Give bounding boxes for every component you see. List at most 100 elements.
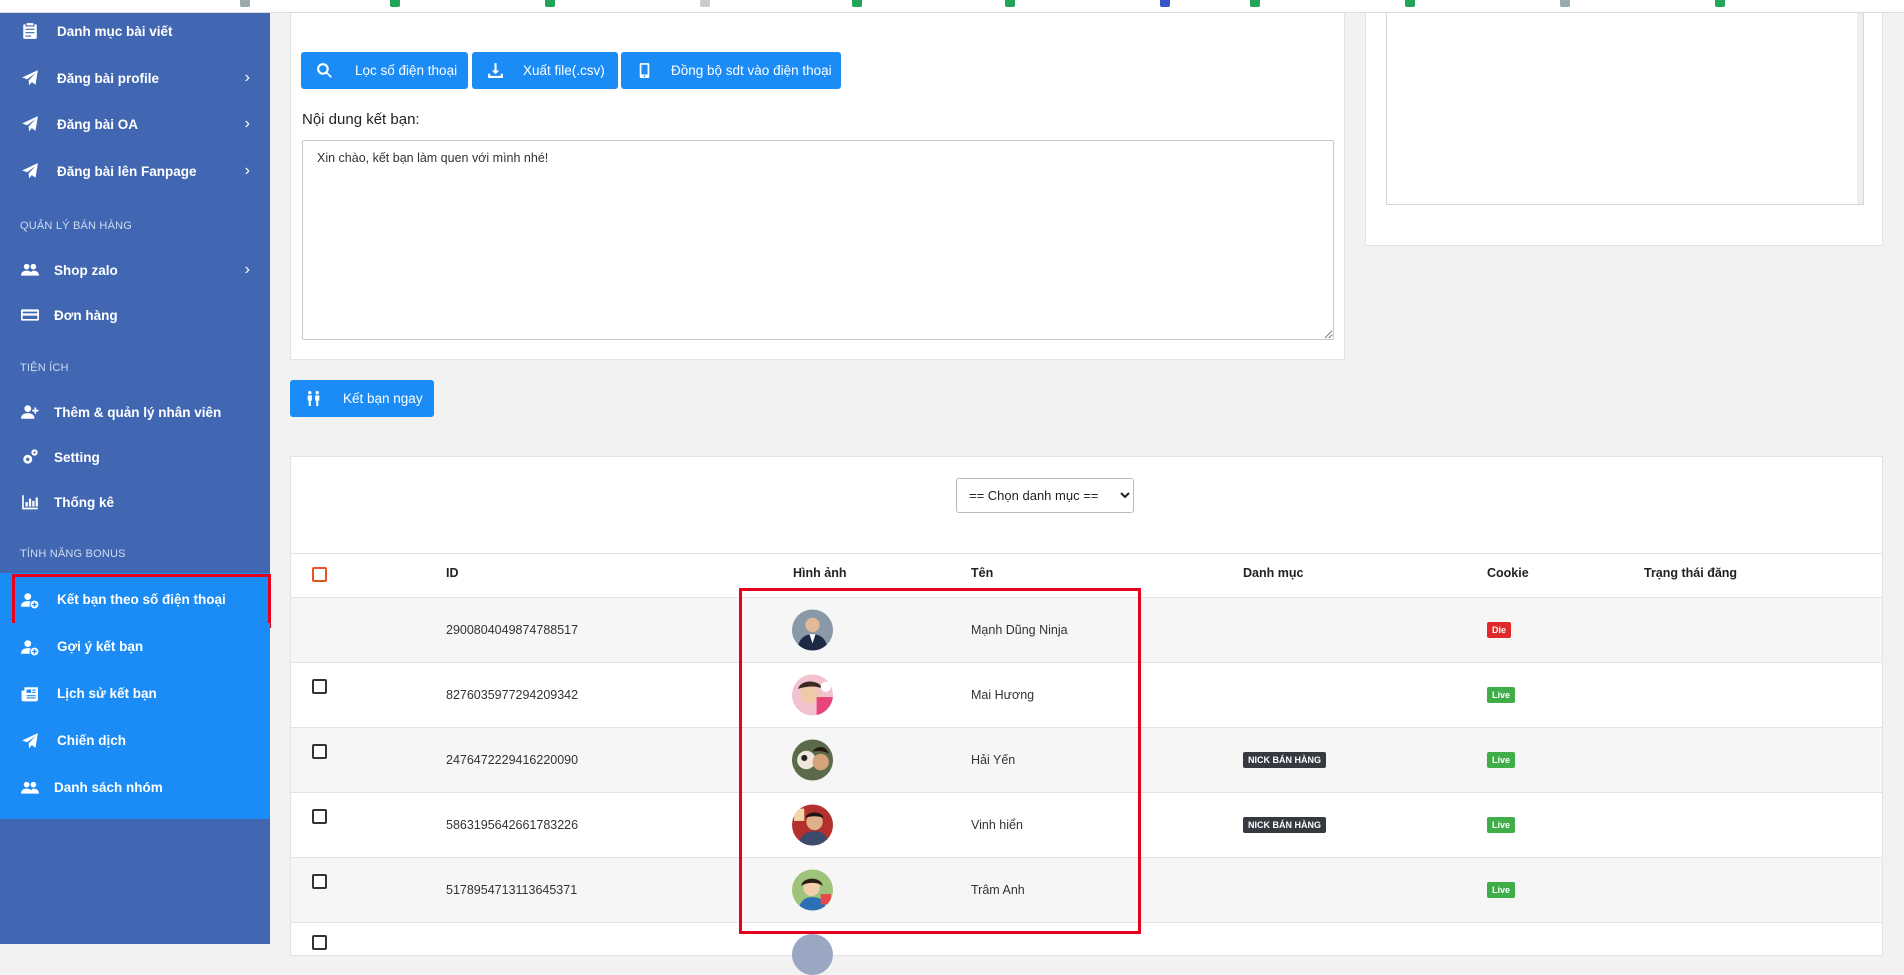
paper-plane-icon xyxy=(20,114,40,134)
avatar xyxy=(792,869,833,911)
friend-message-textarea[interactable]: Xin chào, kết bạn làm quen với mình nhé! xyxy=(302,140,1334,340)
side-panel-textbox[interactable] xyxy=(1386,12,1864,205)
table-row[interactable]: 2900804049874788517 Mạnh Dũng Ninja Die xyxy=(291,597,1882,662)
clipboard-icon xyxy=(20,21,40,41)
add-friend-now-label: Kết bạn ngay xyxy=(343,391,423,406)
sidebar-item-post-categories[interactable]: Danh mục bài viết xyxy=(0,8,270,54)
cookie-status-badge: Live xyxy=(1487,817,1516,833)
sidebar-item-label: Gợi ý kết bạn xyxy=(57,639,144,654)
sync-phone-button[interactable]: Đồng bộ sdt vào điện thoại xyxy=(621,52,841,89)
sidebar: Danh mục bài viết Đăng bài profile › Đăn… xyxy=(0,0,271,944)
sidebar-item-label: Thêm & quản lý nhân viên xyxy=(54,404,222,420)
cookie-status-badge: Live xyxy=(1487,882,1516,898)
sidebar-item-campaigns[interactable]: Chiến dịch xyxy=(0,717,270,765)
row-checkbox[interactable] xyxy=(312,679,327,694)
table-row[interactable]: 8276035977294209342 Mai Hương Live xyxy=(291,662,1882,727)
divider xyxy=(291,553,1882,554)
bookmark-icon[interactable] xyxy=(545,0,555,7)
sidebar-item-shop-zalo[interactable]: Shop zalo › xyxy=(0,247,270,293)
paper-plane-icon xyxy=(20,161,40,181)
column-header-cookie: Cookie xyxy=(1487,566,1529,580)
sidebar-item-label: Shop zalo xyxy=(54,262,118,278)
row-checkbox[interactable] xyxy=(312,744,327,759)
bookmark-icon[interactable] xyxy=(240,0,250,7)
category-select[interactable]: == Chọn danh mục == xyxy=(956,478,1134,513)
column-header-status: Trạng thái đăng xyxy=(1644,566,1738,580)
avatar xyxy=(792,609,833,651)
gears-icon xyxy=(20,447,40,467)
bookmark-icon[interactable] xyxy=(1405,0,1415,7)
sidebar-item-friend-history[interactable]: Lịch sử kết bạn xyxy=(0,670,270,718)
sidebar-item-label: Lịch sử kết bạn xyxy=(57,686,157,701)
row-name: Vinh hiển xyxy=(971,818,1023,832)
sidebar-item-label: Đơn hàng xyxy=(54,307,118,323)
bookmarks-bar xyxy=(0,0,1904,13)
bookmark-icon[interactable] xyxy=(1160,0,1170,7)
category-badge: NICK BÁN HÀNG xyxy=(1243,752,1326,768)
sidebar-item-staff[interactable]: Thêm & quản lý nhân viên xyxy=(0,389,270,435)
sidebar-item-label: Đăng bài profile xyxy=(57,70,160,86)
user-add-icon xyxy=(20,590,40,610)
filter-phone-label: Lọc số điện thoại xyxy=(355,63,458,78)
sidebar-item-label: Danh mục bài viết xyxy=(57,23,173,39)
bookmark-icon[interactable] xyxy=(852,0,862,7)
chevron-right-icon: › xyxy=(244,162,250,179)
download-icon xyxy=(486,62,504,80)
avatar xyxy=(792,934,833,975)
user-plus-icon xyxy=(20,402,40,422)
section-heading-utilities: TIỆN ÍCH xyxy=(20,362,69,374)
row-id: 5178954713113645371 xyxy=(446,883,578,897)
select-all-checkbox[interactable] xyxy=(312,567,327,582)
people-icon xyxy=(304,390,322,408)
sidebar-item-orders[interactable]: Đơn hàng xyxy=(0,292,270,338)
add-friend-now-button[interactable]: Kết bạn ngay xyxy=(290,380,434,417)
table-row[interactable]: 5863195642661783226 Vinh hiển NICK BÁN H… xyxy=(291,792,1882,857)
row-checkbox[interactable] xyxy=(312,809,327,824)
export-csv-button[interactable]: Xuất file(.csv) xyxy=(472,52,618,89)
row-checkbox[interactable] xyxy=(312,935,327,950)
table-row[interactable] xyxy=(291,922,1882,975)
column-header-image: Hình ảnh xyxy=(793,566,847,580)
search-icon xyxy=(315,62,333,80)
sidebar-item-label: Thống kê xyxy=(54,494,114,510)
sidebar-item-profile-post[interactable]: Đăng bài profile › xyxy=(0,55,270,101)
bookmark-icon[interactable] xyxy=(700,0,710,7)
row-id: 8276035977294209342 xyxy=(446,688,579,702)
sidebar-item-add-friend-by-phone[interactable]: Kết bạn theo số điện thoại xyxy=(0,576,270,624)
newspaper-icon xyxy=(20,684,40,704)
sidebar-item-friend-suggestions[interactable]: Gợi ý kết bạn xyxy=(0,623,270,671)
filter-phone-button[interactable]: Lọc số điện thoại xyxy=(301,52,468,89)
cookie-status-badge: Live xyxy=(1487,752,1516,768)
scrollbar[interactable] xyxy=(1857,12,1863,204)
sidebar-item-label: Đăng bài lên Fanpage xyxy=(57,163,197,179)
section-heading-bonus: TÍNH NĂNG BONUS xyxy=(20,548,126,560)
paper-plane-icon xyxy=(20,68,40,88)
bookmark-icon[interactable] xyxy=(1250,0,1260,7)
sidebar-item-statistics[interactable]: Thống kê xyxy=(0,479,270,525)
bookmark-icon[interactable] xyxy=(1005,0,1015,7)
sidebar-item-fanpage-post[interactable]: Đăng bài lên Fanpage › xyxy=(0,148,270,194)
cookie-status-badge: Live xyxy=(1487,687,1516,703)
chevron-right-icon: › xyxy=(244,261,250,278)
row-name: Hải Yến xyxy=(971,753,1016,767)
sidebar-item-label: Kết bạn theo số điện thoại xyxy=(57,592,226,607)
users-icon xyxy=(20,778,40,798)
row-id: 2900804049874788517 xyxy=(446,623,579,637)
bookmark-icon[interactable] xyxy=(1560,0,1570,7)
row-id: 5863195642661783226 xyxy=(446,818,579,832)
bookmark-icon[interactable] xyxy=(1715,0,1725,7)
row-checkbox[interactable] xyxy=(312,874,327,889)
column-header-name: Tên xyxy=(971,566,994,580)
table-row[interactable]: 5178954713113645371 Trâm Anh Live xyxy=(291,857,1882,922)
sidebar-item-oa-post[interactable]: Đăng bài OA › xyxy=(0,101,270,147)
sync-phone-label: Đồng bộ sdt vào điện thoại xyxy=(671,63,832,78)
bookmark-icon[interactable] xyxy=(390,0,400,7)
sidebar-item-label: Đăng bài OA xyxy=(57,116,139,132)
sidebar-item-setting[interactable]: Setting xyxy=(0,434,270,480)
row-id: 2476472229416220090 xyxy=(446,753,579,767)
sidebar-item-group-list[interactable]: Danh sách nhóm xyxy=(0,764,270,811)
avatar xyxy=(792,674,833,716)
chevron-right-icon: › xyxy=(244,115,250,132)
table-row[interactable]: 2476472229416220090 Hải Yến NICK BÁN HÀN… xyxy=(291,727,1882,792)
chevron-right-icon: › xyxy=(244,69,250,86)
